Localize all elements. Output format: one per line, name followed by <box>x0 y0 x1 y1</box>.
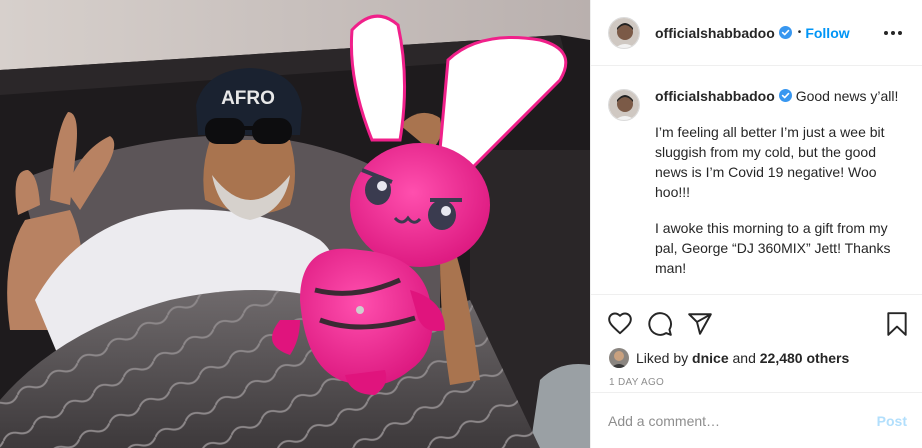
liker-avatar[interactable] <box>609 348 629 368</box>
action-bar <box>591 295 922 345</box>
header-separator: • <box>797 27 802 38</box>
caption-first-line: Good news y’all! <box>795 88 899 104</box>
post-header: officialshabbadoo • Follow <box>591 0 922 66</box>
caption-section: officialshabbadoo Good news y’all! I’m f… <box>591 66 922 295</box>
comment-input[interactable] <box>608 412 877 429</box>
post-photo[interactable]: AFRO <box>0 0 590 448</box>
bookmark-icon[interactable] <box>884 311 910 337</box>
comment-icon[interactable] <box>647 311 673 337</box>
liker-username[interactable]: dnice <box>692 350 729 366</box>
comment-composer: Post <box>591 392 922 448</box>
caption-paragraph: I’m feeling all better I’m just a wee bi… <box>655 124 885 200</box>
likes-joiner: and <box>732 350 756 366</box>
author-username[interactable]: officialshabbadoo <box>655 25 775 41</box>
verified-icon <box>778 26 792 39</box>
avatar-image <box>609 348 629 368</box>
caption-text: officialshabbadoo Good news y’all! I’m f… <box>655 86 905 294</box>
likes-row: Liked by dnice and 22,480 others <box>591 345 922 371</box>
verified-icon <box>778 89 792 102</box>
post-photo-illustration: AFRO <box>0 0 590 448</box>
avatar-image <box>609 17 639 48</box>
more-dot <box>898 30 902 35</box>
likes-text: Liked by dnice and 22,480 others <box>636 350 849 366</box>
share-icon[interactable] <box>687 311 713 337</box>
post-comment-button[interactable]: Post <box>877 413 907 429</box>
more-dot <box>891 30 895 35</box>
follow-button[interactable]: Follow <box>805 25 849 41</box>
heart-icon[interactable] <box>607 311 633 337</box>
more-dot <box>884 30 888 35</box>
likes-prefix: Liked by <box>636 350 689 366</box>
caption-username[interactable]: officialshabbadoo <box>655 88 775 104</box>
more-options-icon[interactable] <box>880 27 906 39</box>
avatar-image <box>609 90 639 120</box>
beanie-text: AFRO <box>221 88 275 109</box>
author-avatar[interactable] <box>608 16 640 49</box>
post-sidebar: officialshabbadoo • Follow officialshabb… <box>590 0 922 448</box>
caption-paragraph: I awoke this morning to a gift from my p… <box>655 220 891 276</box>
caption-avatar[interactable] <box>608 89 640 121</box>
likes-count[interactable]: 22,480 others <box>760 350 850 366</box>
